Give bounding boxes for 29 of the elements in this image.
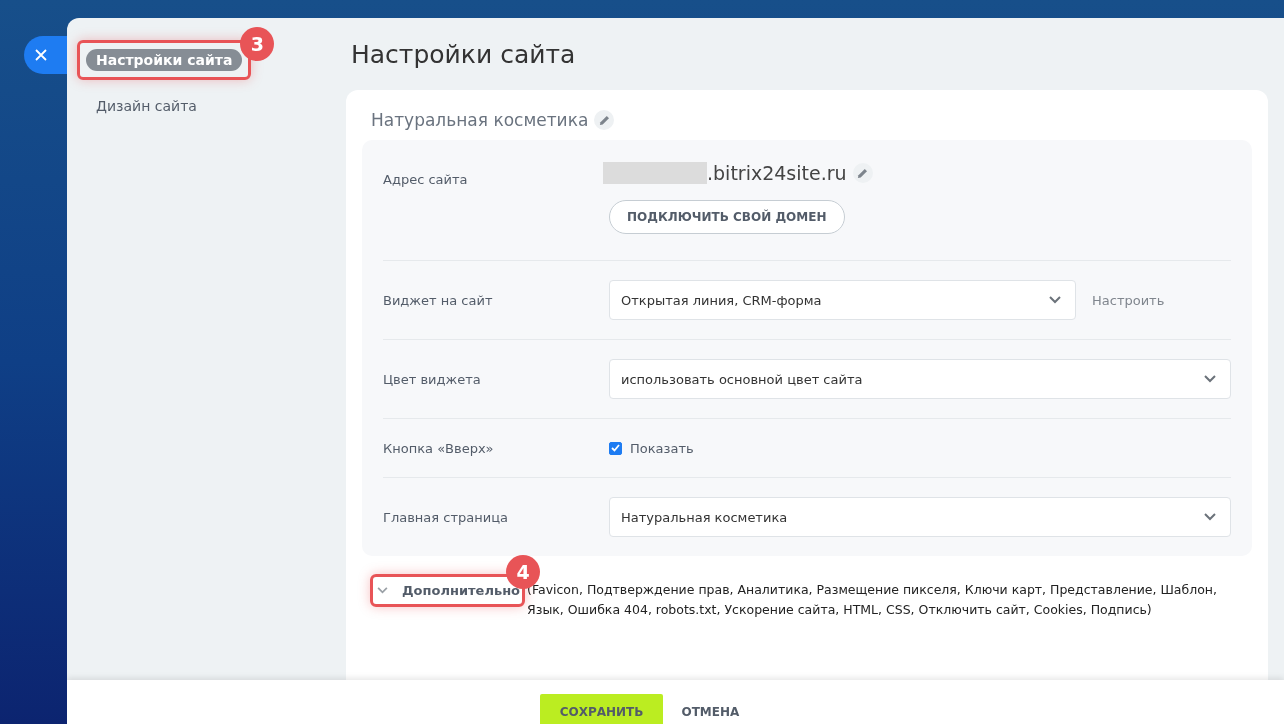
select-field[interactable]: Открытая линия, CRM-форма (609, 280, 1076, 320)
select-field[interactable]: использовать основной цвет сайта (609, 359, 1231, 399)
pencil-icon (598, 114, 610, 126)
chevron-down-icon (1049, 296, 1061, 304)
checkbox-label: Показать (630, 440, 694, 456)
callout-badge: 3 (240, 27, 275, 61)
page-title: Настройки сайта (351, 40, 577, 69)
select-field[interactable]: Натуральная косметика (609, 497, 1231, 537)
chevron-icon (377, 587, 388, 594)
close-icon (34, 49, 47, 61)
setting-label: Адрес сайта (383, 171, 469, 187)
checkbox[interactable] (609, 441, 622, 455)
edit-button[interactable] (852, 163, 873, 183)
setting-label: Цвет виджета (383, 371, 482, 387)
setting-label: Виджет на сайт (383, 292, 494, 308)
setting-label: Главная страница (383, 509, 509, 525)
configure-link[interactable]: Настроить (1092, 292, 1165, 308)
edit-button[interactable] (594, 110, 615, 130)
chevron-down-icon (1204, 375, 1216, 383)
domain-text: .bitrix24site.ru (707, 162, 847, 184)
close-button[interactable] (24, 36, 67, 74)
nav-item[interactable]: Дизайн сайта (86, 95, 207, 117)
setting-label: Кнопка «Вверх» (383, 440, 495, 456)
connect-domain-button[interactable]: ПОДКЛЮЧИТЬ СВОЙ ДОМЕН (609, 200, 845, 234)
save-button[interactable]: СОХРАНИТЬ (539, 694, 664, 724)
chevron-down-icon (1204, 513, 1216, 521)
cancel-button[interactable]: ОТМЕНА (669, 694, 752, 724)
pencil-icon (857, 167, 869, 179)
site-name: Натуральная косметика (371, 110, 589, 130)
